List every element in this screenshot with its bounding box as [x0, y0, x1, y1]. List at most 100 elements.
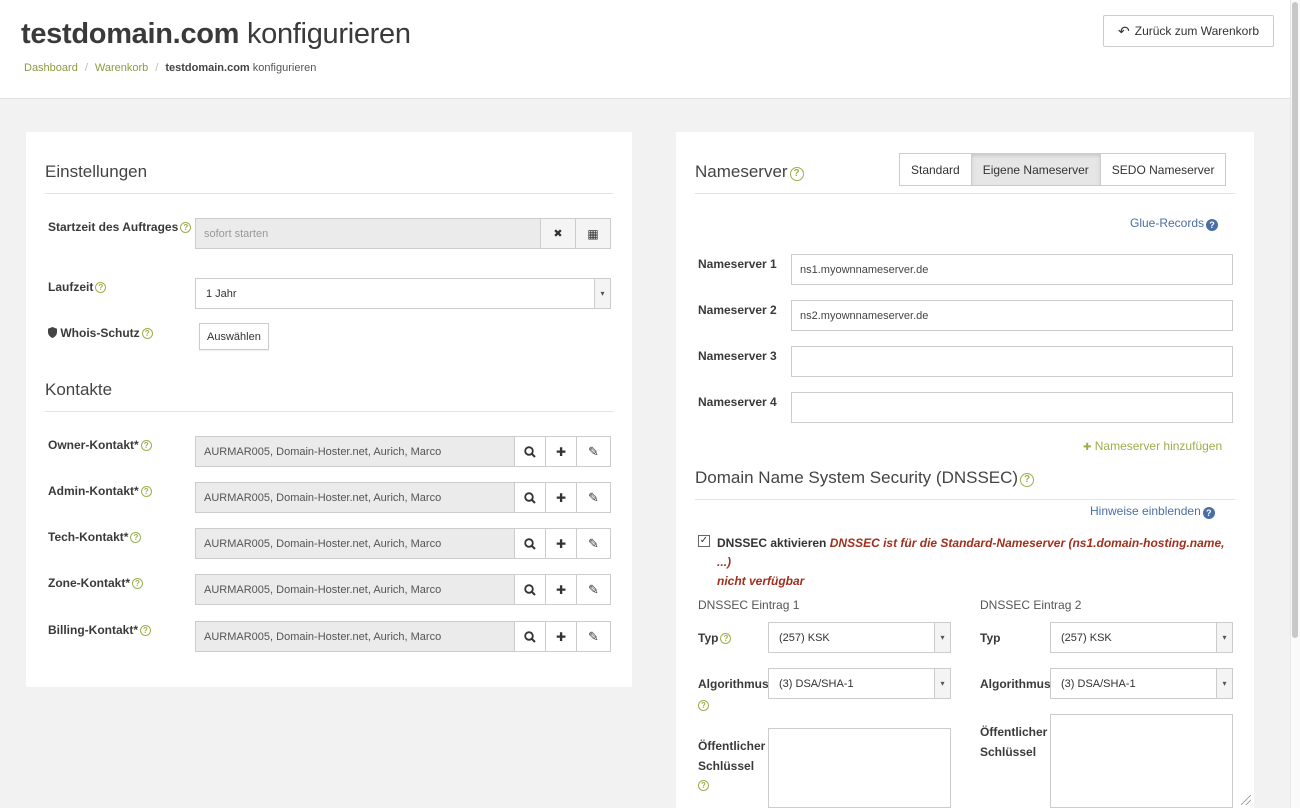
help-icon[interactable]: ? [132, 578, 143, 589]
help-icon[interactable]: ? [720, 633, 732, 644]
pencil-icon: ✎ [588, 535, 599, 551]
tab-sedo-nameserver[interactable]: SEDO Nameserver [1100, 154, 1226, 185]
edit-contact-button[interactable]: ✎ [576, 482, 611, 513]
glue-records-link[interactable]: Glue-Records? [1130, 216, 1219, 231]
clear-start-time-button[interactable]: ✖ [540, 218, 576, 249]
dnssec-key-label-line2: Schlüssel [980, 745, 1037, 759]
pencil-icon: ✎ [588, 489, 599, 505]
search-contact-button[interactable] [514, 482, 546, 513]
back-to-cart-button[interactable]: ↶ Zurück zum Warenkorb [1103, 15, 1274, 47]
nameserver-input[interactable]: ns1.myownnameserver.de [791, 254, 1233, 285]
nameserver-label: Nameserver 4 [698, 395, 777, 409]
calendar-button[interactable]: ▦ [575, 218, 611, 249]
help-icon[interactable]: ? [141, 328, 153, 339]
search-icon [524, 630, 536, 643]
search-contact-button[interactable] [514, 436, 546, 467]
add-contact-button[interactable]: ✚ [545, 436, 577, 467]
plus-icon: ✚ [555, 490, 567, 505]
nameserver-input[interactable] [791, 346, 1233, 377]
add-contact-button[interactable]: ✚ [545, 621, 577, 652]
add-contact-button[interactable]: ✚ [545, 528, 577, 559]
breadcrumb-current-rest: konfigurieren [252, 62, 317, 74]
add-contact-button[interactable]: ✚ [545, 574, 577, 605]
divider [695, 193, 1235, 194]
help-icon[interactable]: ? [140, 625, 151, 636]
page-title-domain: testdomain.com [21, 18, 240, 50]
dnssec-type-label: Typ [980, 631, 1000, 645]
dnssec-type-select[interactable]: (257) KSK ▾ [768, 622, 951, 653]
contact-label: Admin-Kontakt*? [48, 484, 152, 498]
dnssec-checkbox[interactable]: ✓ [698, 535, 710, 547]
add-contact-button[interactable]: ✚ [545, 482, 577, 513]
help-icon[interactable]: ? [789, 167, 804, 181]
plus-icon: ✚ [555, 629, 567, 644]
contact-label: Zone-Kontakt*? [48, 576, 143, 590]
nameserver-input[interactable]: ns2.myownnameserver.de [791, 300, 1233, 331]
edit-contact-button[interactable]: ✎ [576, 436, 611, 467]
dnssec-public-key-textarea[interactable] [768, 728, 951, 808]
help-icon[interactable]: ? [140, 486, 152, 497]
breadcrumb-separator: / [84, 62, 88, 74]
tab-standard[interactable]: Standard [900, 154, 972, 185]
dnssec-title: Domain Name System Security (DNSSEC)? [695, 468, 1035, 488]
dnssec-algorithm-label: Algorithmus [698, 677, 769, 691]
search-contact-button[interactable] [514, 528, 546, 559]
dnssec-public-key-textarea[interactable] [1050, 714, 1233, 808]
close-icon: ✖ [553, 228, 563, 240]
contact-input[interactable]: AURMAR005, Domain-Hoster.net, Aurich, Ma… [195, 436, 515, 467]
dnssec-algorithm-select[interactable]: (3) DSA/SHA-1 ▾ [768, 668, 951, 699]
contact-value: AURMAR005, Domain-Hoster.net, Aurich, Ma… [204, 630, 442, 643]
help-icon[interactable]: ? [140, 440, 152, 451]
add-nameserver-link[interactable]: ✚ Nameserver hinzufügen [1083, 439, 1222, 453]
help-icon[interactable]: ? [95, 282, 107, 293]
show-hints-link[interactable]: Hinweise einblenden? [1090, 504, 1215, 519]
search-contact-button[interactable] [514, 621, 546, 652]
contact-input[interactable]: AURMAR005, Domain-Hoster.net, Aurich, Ma… [195, 621, 515, 652]
runtime-select[interactable]: 1 Jahr ▾ [195, 278, 611, 309]
contact-label: Tech-Kontakt*? [48, 530, 142, 544]
start-time-input[interactable]: sofort starten [195, 218, 541, 249]
runtime-value: 1 Jahr [206, 287, 237, 300]
chevron-down-icon: ▾ [934, 669, 950, 698]
help-icon[interactable]: ? [130, 532, 142, 543]
breadcrumb-dashboard[interactable]: Dashboard [24, 62, 78, 74]
edit-contact-button[interactable]: ✎ [576, 621, 611, 652]
dnssec-type-label-text: Typ [980, 631, 1001, 645]
chevron-down-icon: ▾ [594, 279, 610, 308]
help-icon[interactable]: ? [180, 222, 192, 233]
contact-input[interactable]: AURMAR005, Domain-Hoster.net, Aurich, Ma… [195, 482, 515, 513]
tab-own-nameserver[interactable]: Eigene Nameserver [971, 154, 1101, 185]
search-icon [524, 583, 536, 596]
help-icon[interactable]: ? [698, 700, 709, 711]
contact-input[interactable]: AURMAR005, Domain-Hoster.net, Aurich, Ma… [195, 574, 515, 605]
dnssec-title-text: Domain Name System Security (DNSSEC) [695, 468, 1019, 487]
contact-label: Owner-Kontakt*? [48, 438, 152, 452]
search-icon [524, 491, 536, 504]
whois-select-button[interactable]: Auswählen [199, 323, 269, 350]
scrollbar-thumb[interactable] [1292, 2, 1298, 638]
plus-icon: ✚ [555, 444, 567, 459]
search-contact-button[interactable] [514, 574, 546, 605]
dnssec-algorithm-select[interactable]: (3) DSA/SHA-1 ▾ [1050, 668, 1233, 699]
edit-contact-button[interactable]: ✎ [576, 574, 611, 605]
nameserver-card: Nameserver? Standard Eigene Nameserver S… [676, 132, 1254, 808]
nameserver-input[interactable] [791, 392, 1233, 423]
contact-value: AURMAR005, Domain-Hoster.net, Aurich, Ma… [204, 537, 442, 550]
contact-label-text: Zone-Kontakt* [48, 576, 130, 590]
pencil-icon: ✎ [588, 581, 599, 597]
contact-label: Billing-Kontakt*? [48, 623, 151, 637]
help-icon[interactable]: ? [698, 780, 709, 791]
breadcrumb-current-domain: testdomain.com [165, 62, 250, 74]
dnssec-type-select[interactable]: (257) KSK ▾ [1050, 622, 1233, 653]
dnssec-key-label: Öffentlicher Schlüssel [698, 736, 765, 776]
breadcrumb-warenkorb[interactable]: Warenkorb [95, 62, 148, 74]
plus-icon: ✚ [555, 536, 567, 551]
resize-grip[interactable] [1241, 795, 1251, 805]
help-icon[interactable]: ? [1020, 473, 1035, 487]
dnssec-type-value: (257) KSK [1061, 631, 1112, 644]
dnssec-type-label-text: Typ [698, 631, 719, 645]
contact-input[interactable]: AURMAR005, Domain-Hoster.net, Aurich, Ma… [195, 528, 515, 559]
edit-contact-button[interactable]: ✎ [576, 528, 611, 559]
nameserver-title: Nameserver? [695, 162, 804, 182]
dnssec-warning-line2: nicht verfügbar [717, 574, 805, 588]
